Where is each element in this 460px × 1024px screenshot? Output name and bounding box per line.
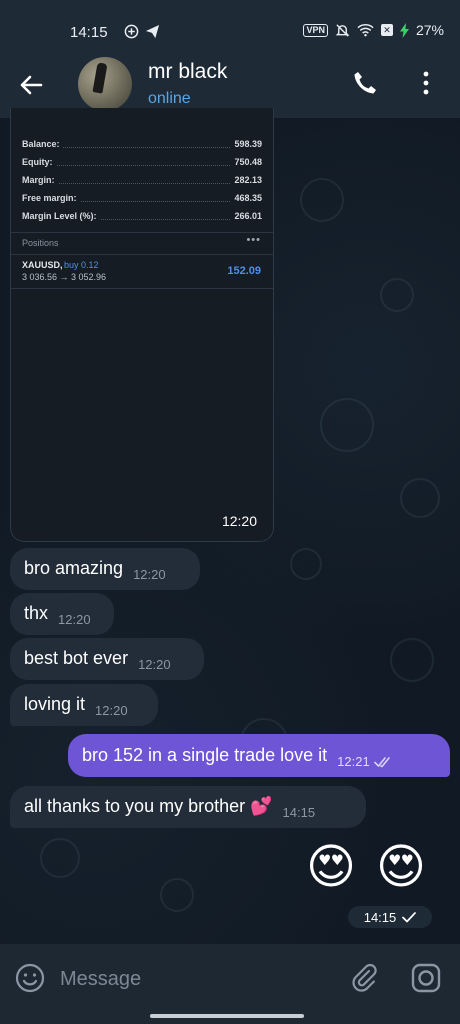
message-time: 14:15	[363, 909, 397, 925]
message-input[interactable]	[58, 960, 332, 998]
battery-saver-icon: ✕	[380, 24, 393, 36]
position-side: buy 0.12	[64, 260, 99, 270]
position-symbol: XAUUSD,	[22, 260, 63, 270]
message-text: thx	[24, 603, 49, 623]
message-time: 12:20	[58, 612, 91, 627]
double-check-icon	[373, 757, 390, 768]
circle-plus-icon	[124, 24, 139, 39]
account-row: Equity: 750.48	[22, 157, 262, 167]
avatar[interactable]	[78, 57, 132, 111]
contact-name[interactable]: mr black	[148, 60, 227, 84]
vpn-badge: VPN	[303, 23, 328, 37]
image-message[interactable]: Balance: 598.39 Equity: 750.48 Margin: 2…	[10, 108, 274, 542]
account-row: Balance: 598.39	[22, 139, 262, 149]
incoming-message[interactable]: thx 12:20	[10, 593, 114, 635]
trading-screenshot: Balance: 598.39 Equity: 750.48 Margin: 2…	[10, 108, 274, 542]
message-time: 14:15	[282, 805, 316, 820]
heart-eyes-emoji[interactable]: 😍	[306, 840, 356, 896]
message-time: 12:20	[133, 567, 166, 582]
message-time: 12:20	[221, 513, 257, 529]
message-text: loving it	[24, 694, 86, 714]
message-time: 12:21	[337, 754, 370, 769]
status-notification-icons	[124, 24, 160, 39]
emoji-message-time: 14:15	[348, 906, 432, 928]
message-text: bro amazing	[24, 558, 124, 578]
wifi-icon	[357, 24, 374, 37]
message-composer	[0, 944, 460, 1024]
divider	[11, 288, 273, 289]
account-row: Margin Level (%): 266.01	[22, 211, 262, 221]
heart-eyes-emoji[interactable]: 😍	[376, 840, 426, 896]
account-row: Margin: 282.13	[22, 175, 262, 185]
divider	[11, 232, 273, 233]
message-text: all thanks to you my brother 💕	[24, 796, 273, 816]
camera-icon[interactable]	[410, 962, 442, 994]
positions-title: Positions	[22, 238, 59, 248]
paperclip-icon[interactable]	[348, 962, 380, 994]
incoming-message[interactable]: all thanks to you my brother 💕 14:15	[10, 786, 366, 828]
smiley-icon[interactable]	[14, 962, 46, 994]
positions-more-icon: •••	[246, 234, 261, 246]
status-time: 14:15	[70, 24, 108, 41]
message-time: 12:20	[95, 703, 128, 718]
status-system-icons: VPN ✕ 27%	[303, 22, 444, 38]
charging-icon	[399, 22, 409, 38]
single-check-icon	[402, 911, 417, 922]
position-profit: 152.09	[227, 265, 261, 277]
contact-status: online	[148, 90, 191, 107]
incoming-message[interactable]: best bot ever 12:20	[10, 638, 204, 680]
message-text: best bot ever	[24, 648, 129, 668]
mute-bell-icon	[335, 23, 350, 37]
send-plane-icon	[145, 24, 160, 39]
back-arrow-icon[interactable]	[14, 68, 48, 102]
battery-percent: 27%	[415, 22, 444, 38]
home-indicator[interactable]	[150, 1014, 304, 1018]
outgoing-message[interactable]: bro 152 in a single trade love it 12:21	[68, 734, 450, 777]
message-time: 12:20	[138, 657, 171, 672]
message-text: bro 152 in a single trade love it	[82, 745, 328, 765]
account-row: Free margin: 468.35	[22, 193, 262, 203]
incoming-message[interactable]: loving it 12:20	[10, 684, 158, 726]
more-vertical-icon[interactable]	[414, 68, 438, 98]
incoming-message[interactable]: bro amazing 12:20	[10, 548, 200, 590]
position-prices: 3 036.56 → 3 052.96	[22, 272, 107, 282]
phone-icon[interactable]	[350, 68, 380, 98]
divider	[11, 254, 273, 255]
